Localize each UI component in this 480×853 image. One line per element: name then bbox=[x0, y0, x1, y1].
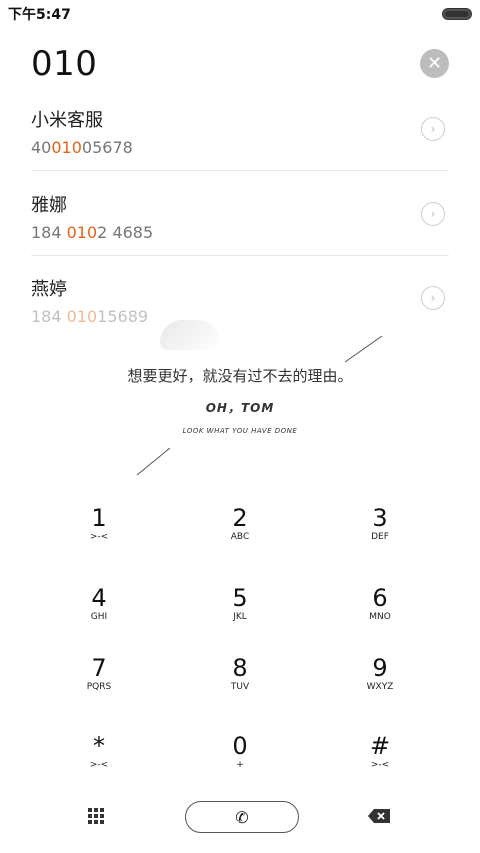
clear-button[interactable]: ✕ bbox=[420, 49, 449, 78]
call-button[interactable]: ✆ bbox=[185, 801, 299, 833]
key-hash[interactable]: # >-< bbox=[330, 733, 430, 770]
contact-name: 雅娜 bbox=[31, 195, 67, 216]
key-2[interactable]: 2 ABC bbox=[190, 505, 290, 542]
key-7[interactable]: 7 PQRS bbox=[49, 655, 149, 692]
wallpaper-quote: 想要更好，就没有过不去的理由。 OH，TOM LOOK WHAT YOU HAV… bbox=[0, 320, 480, 490]
divider bbox=[31, 170, 449, 171]
key-6[interactable]: 6 MNO bbox=[330, 585, 430, 622]
dialpad-icon[interactable] bbox=[88, 808, 104, 824]
contact-item[interactable]: 雅娜 184 0102 4685 › bbox=[31, 191, 449, 275]
chevron-right-icon[interactable]: › bbox=[421, 202, 445, 226]
phone-icon: ✆ bbox=[235, 807, 249, 827]
contact-name: 小米客服 bbox=[31, 110, 103, 131]
status-bar: 下午5:47 bbox=[0, 0, 480, 26]
bottom-action-bar: ✆ bbox=[0, 798, 480, 838]
key-9[interactable]: 9 WXYZ bbox=[330, 655, 430, 692]
contact-number: 4001005678 bbox=[31, 138, 133, 157]
key-8[interactable]: 8 TUV bbox=[190, 655, 290, 692]
contact-number: 184 0102 4685 bbox=[31, 223, 154, 242]
key-star[interactable]: * >-< bbox=[49, 733, 149, 770]
divider bbox=[31, 255, 449, 256]
close-icon: ✕ bbox=[426, 52, 443, 74]
quote-text: 想要更好，就没有过不去的理由。 bbox=[127, 367, 353, 385]
key-4[interactable]: 4 GHI bbox=[49, 585, 149, 622]
battery-icon bbox=[442, 8, 472, 20]
quote-caption: LOOK WHAT YOU HAVE DONE bbox=[182, 427, 298, 435]
key-3[interactable]: 3 DEF bbox=[330, 505, 430, 542]
chevron-right-icon[interactable]: › bbox=[421, 117, 445, 141]
chevron-right-icon[interactable]: › bbox=[421, 286, 445, 310]
status-time: 下午5:47 bbox=[8, 7, 71, 23]
quote-signature: OH，TOM bbox=[205, 401, 275, 415]
backspace-icon[interactable] bbox=[368, 809, 390, 823]
key-1[interactable]: 1 >-< bbox=[49, 505, 149, 542]
contact-item[interactable]: 小米客服 4001005678 › bbox=[31, 106, 449, 190]
contact-name: 燕婷 bbox=[31, 279, 67, 300]
dial-input[interactable]: 010 bbox=[31, 44, 97, 84]
key-0[interactable]: 0 + bbox=[190, 733, 290, 770]
key-5[interactable]: 5 JKL bbox=[190, 585, 290, 622]
